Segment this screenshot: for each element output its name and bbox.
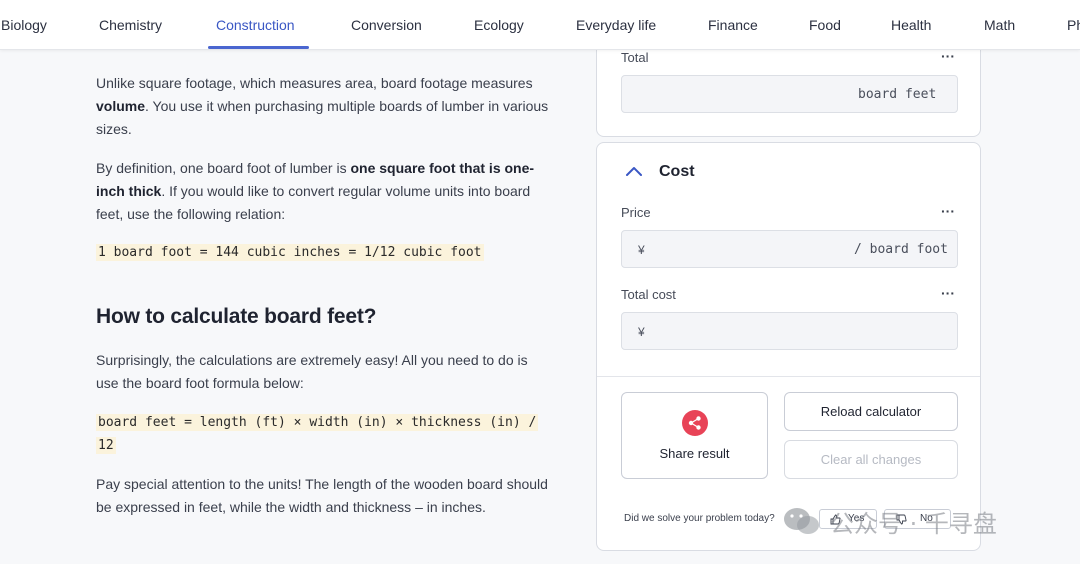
cost-section-title[interactable]: Cost <box>659 163 695 181</box>
price-label: Price <box>621 205 651 220</box>
nav-item-everyday-life[interactable]: Everyday life <box>576 0 656 50</box>
feedback-question: Did we solve your problem today? <box>624 513 775 524</box>
total-cost-more-options-icon[interactable]: ··· <box>941 285 955 301</box>
paragraph-units: Pay special attention to the units! The … <box>96 476 548 515</box>
price-input[interactable]: ¥ / board foot <box>621 230 958 268</box>
nav-item-ecology[interactable]: Ecology <box>474 0 524 50</box>
share-result-button[interactable]: Share result <box>621 392 768 479</box>
code-board-feet-formula: board feet = length (ft) × width (in) × … <box>96 414 539 454</box>
cost-panel: Cost Price ··· ¥ / board foot Total cost… <box>596 142 981 551</box>
paragraph-board-footage: Unlike square footage, which measures ar… <box>96 75 549 137</box>
paragraph-calculation: Surprisingly, the calculations are extre… <box>96 352 528 391</box>
total-cost-currency: ¥ <box>638 325 645 339</box>
wechat-icon <box>784 508 819 534</box>
clear-all-changes-button[interactable]: Clear all changes <box>784 440 958 479</box>
code-board-foot-relation: 1 board foot = 144 cubic inches = 1/12 c… <box>96 244 484 261</box>
nav-item-conversion[interactable]: Conversion <box>351 0 422 50</box>
nav-item-chemistry[interactable]: Chemistry <box>99 0 162 50</box>
nav-item-biology[interactable]: Biology <box>1 0 47 50</box>
nav-item-construction[interactable]: Construction <box>216 0 295 50</box>
nav-item-food[interactable]: Food <box>809 0 841 50</box>
share-icon <box>682 410 708 436</box>
total-unit: board feet <box>858 87 937 102</box>
price-unit: / board foot <box>854 242 948 257</box>
share-result-label: Share result <box>659 446 730 461</box>
total-panel: Total ··· board feet <box>596 40 981 137</box>
total-more-options-icon[interactable]: ··· <box>941 48 955 64</box>
paragraph-definition: By definition, one board foot of lumber … <box>96 160 535 222</box>
price-currency: ¥ <box>638 243 645 257</box>
total-label: Total <box>621 50 649 65</box>
total-field[interactable]: board feet <box>621 75 958 113</box>
active-tab-indicator <box>208 46 309 49</box>
nav-item-math[interactable]: Math <box>984 0 1015 50</box>
total-cost-label: Total cost <box>621 287 676 302</box>
nav-item-physics[interactable]: Ph <box>1067 0 1080 50</box>
reload-calculator-button[interactable]: Reload calculator <box>784 392 958 431</box>
panel-divider <box>597 376 980 377</box>
section-heading: How to calculate board feet? <box>96 305 377 328</box>
top-navigation-bar: Biology Chemistry Construction Conversio… <box>0 0 1080 50</box>
chevron-up-icon[interactable] <box>625 165 643 177</box>
price-more-options-icon[interactable]: ··· <box>941 203 955 219</box>
total-cost-field[interactable]: ¥ <box>621 312 958 350</box>
nav-item-finance[interactable]: Finance <box>708 0 758 50</box>
nav-item-health[interactable]: Health <box>891 0 931 50</box>
watermark-text: 公众号 · 千寻盘 <box>830 510 997 538</box>
